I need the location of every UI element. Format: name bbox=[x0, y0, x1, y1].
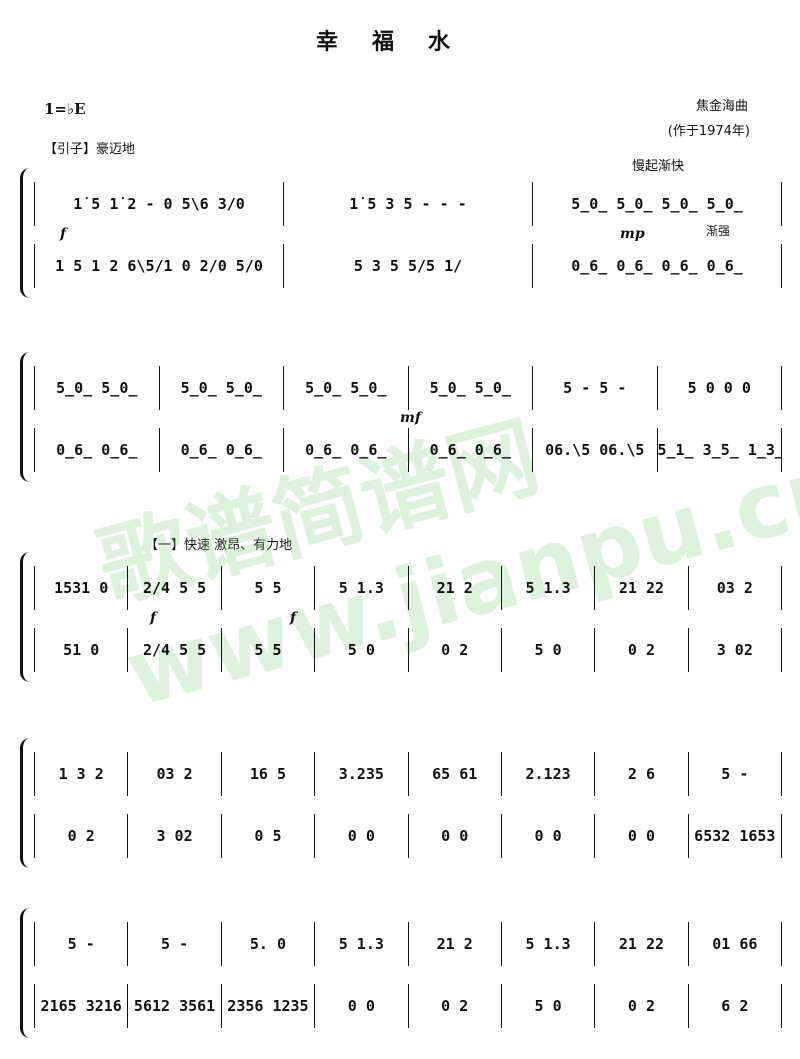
staff-brace bbox=[20, 552, 33, 682]
measure: 0 0 bbox=[595, 814, 689, 858]
measure: 5 - bbox=[689, 752, 782, 796]
measure: 1531 0 bbox=[34, 566, 129, 610]
lower-staff: 51 0 2/4 5 55 55 00 25 00 23 02 bbox=[34, 628, 782, 672]
measure: 5 0 0 0 bbox=[658, 366, 782, 410]
measure: 1 5 1 2 6\5/1 0 2/0 5/0 bbox=[34, 244, 284, 288]
measure: 5 5 bbox=[222, 566, 316, 610]
measure: 0 2 bbox=[409, 628, 502, 672]
measure: 5̲1̲ 3̲5̲ 1̲3̲ 5̲6̲ bbox=[658, 428, 782, 472]
measure: 2/4 5 5 bbox=[128, 628, 222, 672]
measure: 65 61 bbox=[409, 752, 502, 796]
staff-brace bbox=[20, 352, 33, 482]
measure: 2165 3216 bbox=[34, 984, 129, 1028]
measure: 5 1.3 bbox=[502, 922, 596, 966]
measure: 0̲6̲ 0̲6̲ bbox=[284, 428, 409, 472]
staff-brace bbox=[20, 738, 33, 868]
measure: 21 2 bbox=[409, 922, 502, 966]
measure: 3 02 bbox=[689, 628, 782, 672]
measure: 3 02 bbox=[128, 814, 222, 858]
measure: 5 1.3 bbox=[502, 566, 596, 610]
upper-staff: 1̇ 5 1̇ 2 - 0 5\6 3/0 1̇ 5 3 5 - - -5̲0̲ … bbox=[34, 182, 782, 226]
dynamic-mark: f bbox=[60, 226, 67, 242]
measure: 16 5 bbox=[222, 752, 316, 796]
dynamic-mark: f bbox=[150, 610, 157, 626]
measure: 0 0 bbox=[409, 814, 502, 858]
measure: 03 2 bbox=[689, 566, 782, 610]
upper-staff: 5 -5 -5. 05 1.3 21 25 1.3 21 22 01 66 bbox=[34, 922, 782, 966]
measure: 0 2 bbox=[595, 628, 689, 672]
measure: 5 - bbox=[34, 922, 129, 966]
dynamic-mark: f bbox=[290, 610, 297, 626]
measure: 0̲6̲ 0̲6̲ 0̲6̲ 0̲6̲ bbox=[533, 244, 782, 288]
score-system: 1̇ 5 1̇ 2 - 0 5\6 3/0 1̇ 5 3 5 - - -5̲0̲ … bbox=[20, 168, 782, 298]
measure: 2356 1235 bbox=[222, 984, 316, 1028]
score-system: 5̲0̲ 5̲0̲ 5̲0̲ 5̲0̲ 5̲0̲ 5̲0̲ 5̲0̲ 5̲0̲ 5 - … bbox=[20, 352, 782, 482]
measure: 5̲0̲ 5̲0̲ bbox=[34, 366, 160, 410]
lower-staff: 0 23 02 0 50 00 00 00 0 6532 1653 bbox=[34, 814, 782, 858]
measure: 5̲0̲ 5̲0̲ 5̲0̲ 5̲0̲ bbox=[533, 182, 782, 226]
measure: 5 - bbox=[128, 922, 222, 966]
staff-brace bbox=[20, 168, 33, 298]
lower-staff: 0̲6̲ 0̲6̲ 0̲6̲ 0̲6̲ 0̲6̲ 0̲6̲ 0̲6̲ 0̲6̲ 06.\… bbox=[34, 428, 782, 472]
measure: 0̲6̲ 0̲6̲ bbox=[34, 428, 160, 472]
dynamic-mark: mf bbox=[400, 410, 421, 426]
key-signature: 1=♭E bbox=[44, 100, 86, 118]
measure: 01 66 bbox=[689, 922, 782, 966]
measure: 2.123 bbox=[502, 752, 596, 796]
measure: 0 0 bbox=[315, 984, 409, 1028]
measure: 0 5 bbox=[222, 814, 316, 858]
measure: 6 2 bbox=[689, 984, 782, 1028]
measure: 5 0 bbox=[502, 984, 596, 1028]
measure: 1̇ 5 1̇ 2 - 0 5\6 3/0 bbox=[34, 182, 284, 226]
measure: 0̲6̲ 0̲6̲ bbox=[160, 428, 284, 472]
sheet-music-page: 幸福水 1=♭E 焦金海曲 (作于1974年) 【引子】豪迈地 慢起渐快 渐强 … bbox=[0, 0, 800, 1059]
upper-staff: 5̲0̲ 5̲0̲ 5̲0̲ 5̲0̲ 5̲0̲ 5̲0̲ 5̲0̲ 5̲0̲ 5 - … bbox=[34, 366, 782, 410]
score-system: 1 3 2 03 2 16 5 3.235 65 61 2.123 2 65 - 0 23 0… bbox=[20, 738, 782, 868]
measure: 06.\5 06.\5 bbox=[533, 428, 658, 472]
measure: 0̲6̲ 0̲6̲ bbox=[409, 428, 533, 472]
measure: 5 1.3 bbox=[315, 922, 409, 966]
measure: 5̲0̲ 5̲0̲ bbox=[160, 366, 284, 410]
measure: 5̲0̲ 5̲0̲ bbox=[409, 366, 533, 410]
measure: 5 - 5 - bbox=[533, 366, 658, 410]
measure: 0 0 bbox=[502, 814, 596, 858]
score-system: 1531 0 2/4 5 55 55 1.3 21 25 1.3 21 22 03 25… bbox=[20, 552, 782, 682]
upper-staff: 1531 0 2/4 5 55 55 1.3 21 25 1.3 21 22 03 2 bbox=[34, 566, 782, 610]
measure: 51 0 bbox=[34, 628, 129, 672]
measure: 5 3 5 5/5 1/ bbox=[284, 244, 533, 288]
measure: 3.235 bbox=[315, 752, 409, 796]
measure: 6532 1653 bbox=[689, 814, 782, 858]
measure: 1̇ 5 3 5 - - - bbox=[284, 182, 533, 226]
measure: 0 2 bbox=[34, 814, 129, 858]
measure: 2 6 bbox=[595, 752, 689, 796]
measure: 5 0 bbox=[315, 628, 409, 672]
measure: 21 22 bbox=[595, 566, 689, 610]
measure: 5 0 bbox=[502, 628, 596, 672]
lower-staff: 2165 3216 5612 3561 2356 1235 0 00 25 00 26… bbox=[34, 984, 782, 1028]
measure: 0 2 bbox=[595, 984, 689, 1028]
measure: 1 3 2 bbox=[34, 752, 129, 796]
measure: 5 5 bbox=[222, 628, 316, 672]
staff-brace bbox=[20, 908, 33, 1038]
measure: 21 2 bbox=[409, 566, 502, 610]
measure: 03 2 bbox=[128, 752, 222, 796]
dynamic-mark: mp bbox=[620, 226, 645, 242]
measure: 5̲0̲ 5̲0̲ bbox=[284, 366, 409, 410]
score-title: 幸福水 bbox=[315, 29, 484, 55]
measure: 21 22 bbox=[595, 922, 689, 966]
composer: 焦金海曲 bbox=[695, 99, 748, 114]
measure: 5. 0 bbox=[222, 922, 316, 966]
measure: 5612 3561 bbox=[128, 984, 222, 1028]
composition-year: (作于1974年) bbox=[667, 124, 750, 139]
lower-staff: 1 5 1 2 6\5/1 0 2/0 5/0 5 3 5 5/5 1/0̲6̲ … bbox=[34, 244, 782, 288]
measure: 2/4 5 5 bbox=[128, 566, 222, 610]
upper-staff: 1 3 2 03 2 16 5 3.235 65 61 2.123 2 65 - bbox=[34, 752, 782, 796]
intro-label: 【引子】豪迈地 bbox=[44, 142, 136, 157]
measure: 5 1.3 bbox=[315, 566, 409, 610]
score-system: 5 -5 -5. 05 1.3 21 25 1.3 21 22 01 66 2165 3… bbox=[20, 908, 782, 1038]
measure: 0 2 bbox=[409, 984, 502, 1028]
measure: 0 0 bbox=[315, 814, 409, 858]
